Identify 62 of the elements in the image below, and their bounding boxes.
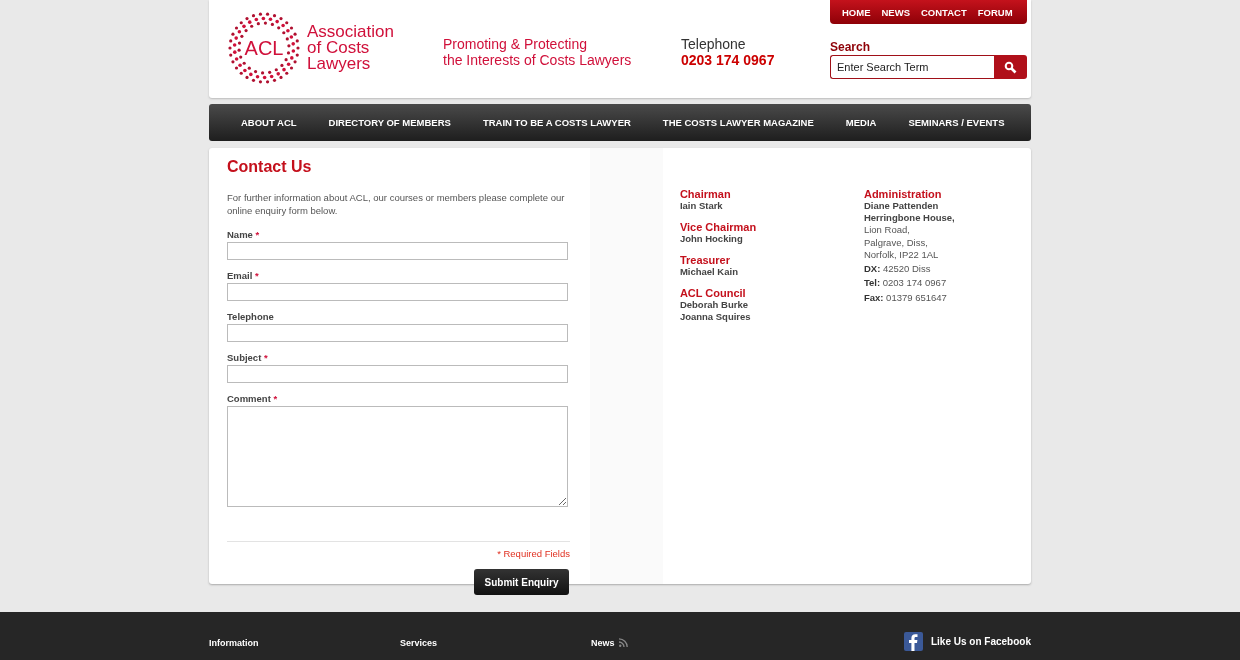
footer-heading: Services — [400, 637, 438, 648]
nav-link[interactable]: THE COSTS LAWYER MAGAZINE — [662, 117, 814, 128]
dotted-ring-drawing — [228, 12, 300, 84]
person-name: Iain Stark — [679, 200, 724, 212]
rss-icon[interactable] — [618, 638, 628, 647]
facebook-icon[interactable] — [903, 632, 923, 651]
role-heading: Chairman — [679, 188, 732, 200]
nav-link[interactable]: ABOUT ACL — [241, 117, 297, 128]
footer-heading: News — [591, 637, 615, 648]
nav-link[interactable]: TRAIN TO BE A COSTS LAWYER — [482, 117, 631, 128]
role-heading: Vice Chairman — [679, 221, 758, 233]
facebook-link[interactable]: Like Us on Facebook — [930, 636, 1031, 647]
address-line: Lion Road, — [863, 224, 911, 237]
person-name: John Hocking — [679, 233, 744, 245]
phone-number: 0203 174 0967 — [681, 52, 776, 68]
search-icon — [1004, 60, 1017, 74]
submit-button[interactable]: Submit Enquiry — [474, 569, 569, 595]
required-mark: * — [255, 270, 259, 281]
top-link[interactable]: NEWS — [881, 6, 910, 18]
admin-name: Diane Pattenden — [863, 200, 940, 212]
role-heading: ACL Council — [679, 287, 747, 299]
field-label: Email * — [227, 270, 260, 281]
top-link[interactable]: FORUM — [977, 6, 1013, 18]
page-title: Contact Us — [227, 158, 313, 176]
field-label: Comment * — [227, 393, 279, 404]
field-label: Subject * — [227, 352, 269, 363]
contact-line: Fax: 01379 651647 — [863, 290, 948, 305]
required-mark: * — [263, 352, 268, 363]
required-note: * Required Fields — [496, 548, 570, 559]
nav-link[interactable]: DIRECTORY OF MEMBERS — [328, 117, 451, 128]
address-line: Norfolk, IP22 1AL — [863, 249, 940, 262]
required-mark: * — [273, 393, 278, 404]
phone-label: Telephone — [681, 36, 747, 52]
intro-text: For further information about ACL, our courses or members please complete our online enquiry form below. — [227, 191, 566, 217]
role-heading: Treasurer — [679, 254, 732, 266]
comment-field[interactable] — [227, 406, 568, 507]
top-link[interactable]: CONTACT — [921, 6, 967, 18]
field-label: Name * — [227, 229, 261, 240]
search-button[interactable] — [994, 55, 1027, 79]
input-field[interactable] — [227, 242, 568, 260]
field-label: Telephone — [227, 311, 275, 322]
address-line: Palgrave, Diss, — [863, 236, 929, 249]
input-field[interactable] — [227, 283, 568, 301]
logo-name: Association of Costs Lawyers — [307, 24, 394, 72]
nav-link[interactable]: SEMINARS / EVENTS — [908, 117, 1005, 128]
admin-name: Herringbone House, — [863, 212, 956, 224]
tagline: Promoting & Protecting the Interests of Costs Lawyers — [443, 36, 633, 68]
footer-heading: Information — [209, 637, 259, 648]
person-name: Michael Kain — [679, 266, 739, 278]
top-link[interactable]: HOME — [842, 6, 871, 18]
input-field[interactable] — [227, 324, 568, 342]
required-mark: * — [255, 229, 260, 240]
input-field[interactable] — [227, 365, 568, 383]
person-name: Joanna Squires — [679, 311, 752, 323]
search-label: Search — [830, 40, 872, 54]
logo-emblem[interactable]: ACL — [227, 11, 301, 85]
search-field[interactable]: Enter Search Term — [830, 55, 994, 79]
contact-line: Tel: 0203 174 0967 — [863, 276, 948, 290]
person-name: Deborah Burke — [679, 299, 749, 311]
contact-line: DX: 42520 Diss — [863, 261, 932, 276]
nav-link[interactable]: MEDIA — [845, 117, 877, 128]
admin-heading: Administration — [863, 188, 943, 200]
